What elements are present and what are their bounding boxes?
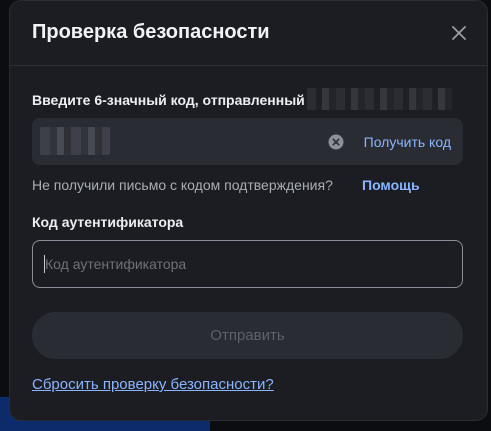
reset-security-check-link[interactable]: Сбросить проверку безопасности? [32, 376, 274, 393]
email-code-label: Введите 6-значный код, отправленный на [32, 92, 325, 108]
help-link[interactable]: Помощь [362, 177, 420, 193]
security-check-modal: Проверка безопасности Введите 6-значный … [9, 0, 488, 421]
authenticator-code-input[interactable] [32, 240, 463, 288]
email-code-field[interactable]: Получить код [32, 118, 463, 165]
text-caret [44, 255, 45, 273]
get-code-button[interactable]: Получить код [364, 134, 451, 150]
authenticator-label: Код аутентификатора [32, 214, 184, 230]
redacted-code-value [40, 127, 110, 155]
clear-circle-icon[interactable] [328, 134, 344, 150]
redacted-email [307, 88, 452, 110]
close-icon[interactable] [449, 23, 469, 43]
modal-header: Проверка безопасности [10, 1, 487, 66]
submit-button[interactable]: Отправить [32, 312, 463, 359]
modal-title: Проверка безопасности [32, 21, 270, 43]
no-email-question: Не получили письмо с кодом подтверждения… [32, 177, 333, 193]
